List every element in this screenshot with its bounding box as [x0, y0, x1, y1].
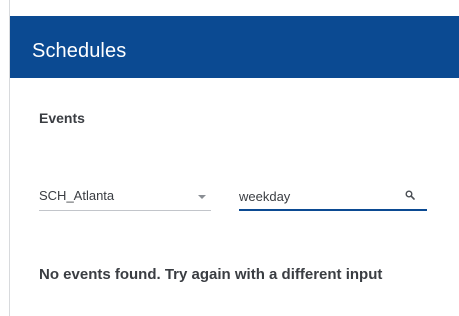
search-field[interactable]	[239, 185, 427, 211]
schedule-select[interactable]: SCH_Atlanta	[39, 185, 211, 211]
top-spacer	[10, 0, 459, 16]
header-bar: Schedules	[10, 16, 459, 78]
events-section-title: Events	[39, 110, 85, 126]
schedules-page: Schedules Events SCH_Atlanta No events f…	[0, 0, 459, 316]
left-border	[0, 0, 10, 316]
events-panel: Events SCH_Atlanta No events found. Try …	[10, 78, 459, 316]
search-icon[interactable]	[405, 190, 415, 200]
page-title: Schedules	[32, 40, 127, 62]
empty-state-message: No events found. Try again with a differ…	[39, 266, 383, 283]
schedule-select-value: SCH_Atlanta	[39, 188, 115, 203]
chevron-down-icon	[198, 195, 206, 199]
search-input[interactable]	[239, 185, 399, 207]
